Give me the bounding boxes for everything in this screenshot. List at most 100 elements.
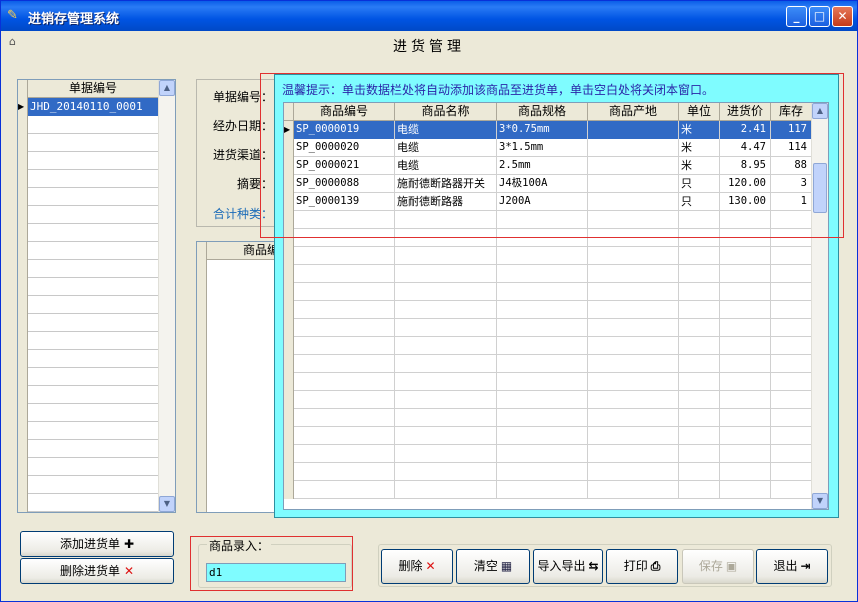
row-selector[interactable] — [18, 152, 28, 170]
list-item[interactable] — [18, 440, 158, 458]
row-selector[interactable] — [18, 206, 28, 224]
list-item[interactable] — [18, 422, 158, 440]
row-selector[interactable] — [18, 368, 28, 386]
list-item[interactable] — [18, 188, 158, 206]
row-selector[interactable] — [18, 314, 28, 332]
current-row-icon[interactable]: ▶ — [284, 121, 294, 139]
col-price[interactable]: 进货价 — [720, 103, 771, 121]
list-item[interactable] — [18, 152, 158, 170]
product-grid[interactable]: 商品编号 商品名称 商品规格 商品产地 单位 进货价 库存 ▶ SP_000001… — [283, 102, 829, 510]
maximize-button[interactable]: □ — [809, 6, 830, 27]
document-list[interactable]: 单据编号 ▶ JHD_20140110_0001 ▲ ▼ — [17, 79, 176, 513]
close-button[interactable]: ✕ — [832, 6, 853, 27]
title-bar[interactable]: ✎ 进销存管理系统 _ □ ✕ — [1, 1, 857, 31]
list-item[interactable] — [18, 242, 158, 260]
save-button[interactable]: 保存 ▣ — [682, 549, 754, 584]
list-item[interactable] — [18, 314, 158, 332]
table-row[interactable] — [284, 391, 812, 409]
table-row[interactable]: SP_0000021 电缆 2.5mm 米 8.95 88 — [284, 157, 812, 175]
order-items-grid[interactable]: 商品编 — [196, 241, 286, 513]
col-product-spec[interactable]: 商品规格 — [497, 103, 588, 121]
row-selector[interactable] — [18, 422, 28, 440]
list-item[interactable] — [18, 134, 158, 152]
product-entry-input[interactable]: d1 — [206, 563, 346, 582]
row-selector[interactable] — [18, 260, 28, 278]
table-row[interactable]: SP_0000139 施耐德断路器 J200A 只 130.00 1 — [284, 193, 812, 211]
col-unit[interactable]: 单位 — [679, 103, 720, 121]
table-row[interactable] — [284, 445, 812, 463]
row-selector[interactable] — [284, 265, 294, 283]
table-row[interactable]: ▶ SP_0000019 电缆 3*0.75mm 米 2.41 117 — [284, 121, 812, 139]
list-item[interactable] — [18, 476, 158, 494]
list-scrollbar[interactable]: ▲ ▼ — [158, 80, 175, 512]
list-item[interactable] — [18, 116, 158, 134]
minimize-button[interactable]: _ — [786, 6, 807, 27]
scroll-thumb[interactable] — [813, 163, 827, 213]
delete-order-button[interactable]: 删除进货单 ✕ — [20, 558, 174, 584]
exit-button[interactable]: 退出 ⇥ — [756, 549, 828, 584]
list-item[interactable] — [18, 296, 158, 314]
row-selector[interactable] — [284, 247, 294, 265]
row-selector[interactable] — [18, 332, 28, 350]
row-selector[interactable] — [284, 373, 294, 391]
table-row[interactable] — [284, 355, 812, 373]
table-row[interactable] — [284, 463, 812, 481]
row-selector[interactable] — [284, 463, 294, 481]
col-product-name[interactable]: 商品名称 — [395, 103, 497, 121]
list-item[interactable] — [18, 206, 158, 224]
product-grid-scrollbar[interactable]: ▲ ▼ — [811, 103, 828, 509]
col-product-origin[interactable]: 商品产地 — [588, 103, 679, 121]
row-selector[interactable] — [18, 350, 28, 368]
row-selector[interactable] — [284, 301, 294, 319]
row-selector[interactable] — [284, 391, 294, 409]
table-row[interactable] — [284, 427, 812, 445]
list-item[interactable] — [18, 224, 158, 242]
row-selector[interactable] — [18, 224, 28, 242]
product-picker-popup[interactable]: 温馨提示：单击数据栏处将自动添加该商品至进货单，单击空白处将关闭本窗口。 商品编… — [274, 74, 839, 518]
row-selector[interactable] — [284, 139, 294, 157]
row-selector[interactable] — [18, 404, 28, 422]
table-row[interactable] — [284, 301, 812, 319]
table-row[interactable]: SP_0000088 施耐德断路器开关 J4极100A 只 120.00 3 — [284, 175, 812, 193]
table-row[interactable] — [284, 265, 812, 283]
table-row[interactable] — [284, 319, 812, 337]
table-row[interactable] — [284, 211, 812, 229]
add-order-button[interactable]: 添加进货单 ✚ — [20, 531, 174, 557]
list-item[interactable]: ▶ JHD_20140110_0001 — [18, 98, 158, 116]
row-selector[interactable] — [18, 242, 28, 260]
table-row[interactable]: SP_0000020 电缆 3*1.5mm 米 4.47 114 — [284, 139, 812, 157]
row-selector[interactable] — [284, 229, 294, 247]
scroll-down-icon[interactable]: ▼ — [159, 496, 175, 512]
table-row[interactable] — [284, 373, 812, 391]
list-item[interactable] — [18, 368, 158, 386]
list-item[interactable] — [18, 350, 158, 368]
clear-button[interactable]: 清空 ▦ — [456, 549, 530, 584]
scroll-up-icon[interactable]: ▲ — [159, 80, 175, 96]
list-item[interactable] — [18, 404, 158, 422]
import-export-button[interactable]: 导入导出 ⇆ — [533, 549, 603, 584]
scroll-up-icon[interactable]: ▲ — [812, 103, 828, 119]
table-row[interactable] — [284, 337, 812, 355]
row-selector[interactable] — [284, 427, 294, 445]
table-row[interactable] — [284, 481, 812, 499]
col-stock[interactable]: 库存 — [771, 103, 812, 121]
current-row-icon[interactable]: ▶ — [18, 98, 28, 116]
row-selector[interactable] — [284, 355, 294, 373]
row-selector[interactable] — [18, 476, 28, 494]
row-selector[interactable] — [284, 175, 294, 193]
scroll-down-icon[interactable]: ▼ — [812, 493, 828, 509]
list-item[interactable] — [18, 260, 158, 278]
row-selector[interactable] — [284, 481, 294, 499]
col-product-code[interactable]: 商品编号 — [294, 103, 395, 121]
row-selector[interactable] — [18, 170, 28, 188]
row-selector[interactable] — [18, 116, 28, 134]
row-selector[interactable] — [18, 386, 28, 404]
row-selector[interactable] — [18, 188, 28, 206]
row-selector[interactable] — [18, 494, 28, 512]
row-selector[interactable] — [284, 283, 294, 301]
row-selector[interactable] — [284, 409, 294, 427]
row-selector[interactable] — [18, 278, 28, 296]
list-item[interactable] — [18, 278, 158, 296]
list-item[interactable] — [18, 458, 158, 476]
row-selector[interactable] — [18, 458, 28, 476]
